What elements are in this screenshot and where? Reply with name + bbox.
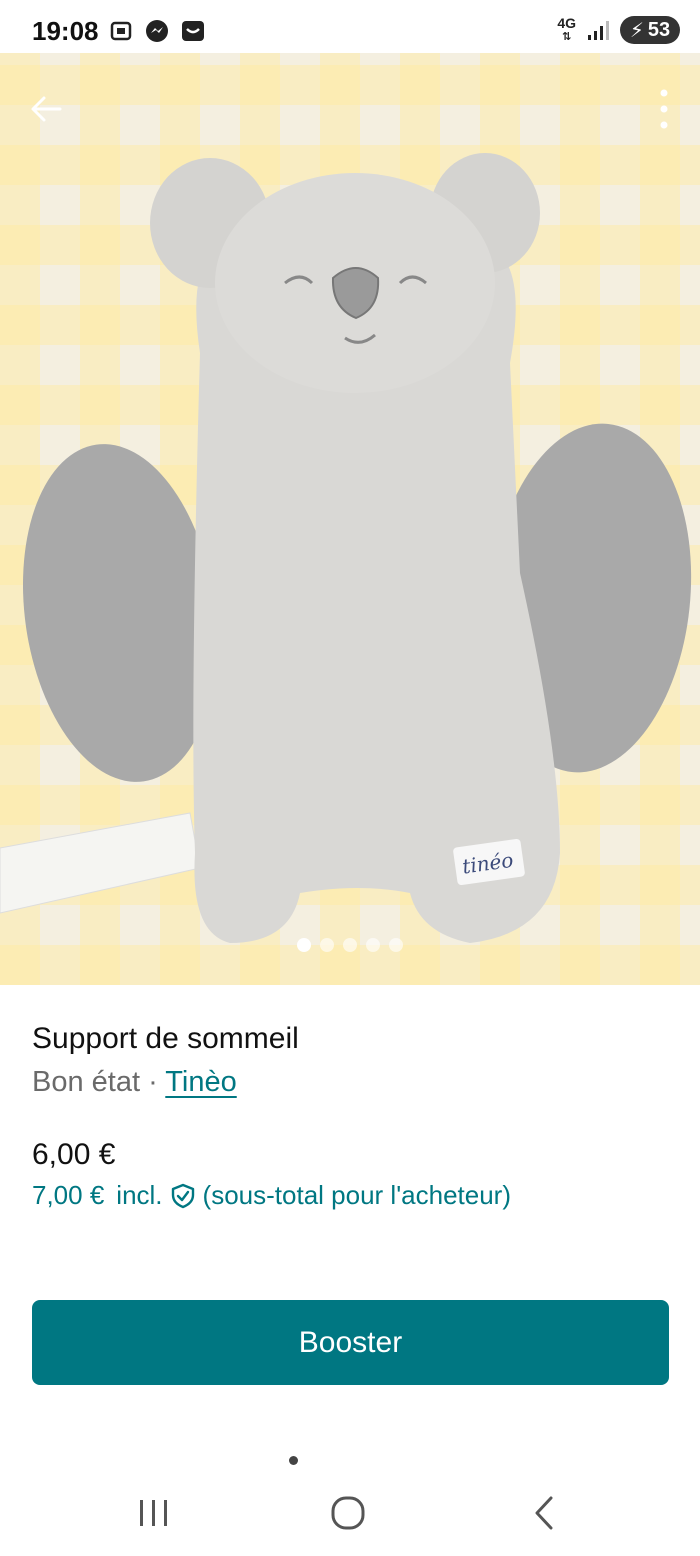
item-condition: Bon état <box>32 1066 141 1098</box>
brand-link[interactable]: Tinèo <box>165 1066 236 1098</box>
pagination-dot[interactable] <box>320 938 334 952</box>
system-nav-bar <box>0 1470 700 1556</box>
buyer-price: 7,00 € <box>32 1180 105 1210</box>
home-icon[interactable] <box>318 1488 378 1538</box>
scroll-indicator <box>289 1456 298 1465</box>
recent-apps-icon[interactable] <box>123 1488 183 1538</box>
buyer-note: (sous-total pour l'acheteur) <box>202 1180 511 1210</box>
signal-icon <box>588 21 609 40</box>
status-system-icons: 4G ⇅ ⚡ 53 <box>557 16 680 44</box>
back-icon[interactable] <box>515 1488 575 1538</box>
battery-level: 53 <box>647 18 671 41</box>
back-arrow-icon[interactable] <box>26 89 66 129</box>
inbox-icon <box>182 21 204 41</box>
battery-charging-icon: ⚡ 53 <box>620 16 680 44</box>
photo-pagination <box>0 938 700 952</box>
data-arrows: ⇅ <box>562 31 572 43</box>
item-subtitle: Bon état · Tinèo <box>32 1066 237 1099</box>
buyer-incl: incl. <box>116 1180 163 1210</box>
pagination-dot-active[interactable] <box>297 938 311 952</box>
product-photo[interactable]: tinéo <box>0 53 700 985</box>
network-label: 4G <box>557 15 576 31</box>
product-image: tinéo <box>0 153 692 943</box>
item-price: 6,00 € <box>32 1138 116 1171</box>
status-time: 19:08 <box>32 16 99 46</box>
charging-bolt: ⚡ <box>629 19 644 42</box>
status-notification-icons <box>108 18 206 44</box>
booster-button[interactable]: Booster <box>32 1300 669 1385</box>
messenger-icon <box>146 20 168 42</box>
item-title: Support de sommeil <box>32 1022 299 1055</box>
shield-check-icon <box>171 1183 194 1208</box>
more-options-icon[interactable] <box>654 87 674 131</box>
network-4g-icon: 4G ⇅ <box>557 16 576 44</box>
pagination-dot[interactable] <box>343 938 357 952</box>
subtitle-separator: · <box>140 1066 166 1098</box>
pagination-dot[interactable] <box>389 938 403 952</box>
screenshot-icon <box>110 21 132 41</box>
buyer-total[interactable]: 7,00 € incl. (sous-total pour l'acheteur… <box>32 1180 511 1211</box>
pagination-dot[interactable] <box>366 938 380 952</box>
